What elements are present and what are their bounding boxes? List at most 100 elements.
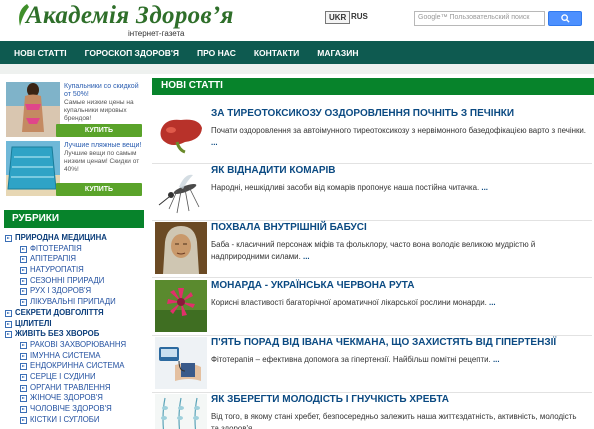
buy-button-1[interactable]: КУПИТЬ [56, 124, 142, 137]
lang-ukr-link[interactable]: UKR [325, 11, 351, 24]
rubric-subcategory[interactable]: НАТУРОПАТІЯ [4, 265, 148, 276]
article-excerpt-text: Корисні властивості багаторічної аромати… [211, 298, 487, 307]
rubric-label: ІМУННА СИСТЕМА [30, 350, 101, 360]
rubric-label: РУХ І ЗДОРОВ'Я [30, 286, 92, 296]
bullet-arrow-icon [5, 331, 12, 339]
ad-text: Лучшие пляжные вещи! Лучшие вещи по самы… [64, 142, 142, 174]
rubric-label: НАТУРОПАТІЯ [30, 265, 84, 275]
new-articles-heading: НОВІ СТАТТІ [152, 78, 594, 95]
rubric-label: СЕЗОННІ ПРИРАДИ [30, 275, 105, 285]
search-button[interactable] [548, 11, 582, 26]
article-divider [152, 220, 592, 221]
article-title[interactable]: ЗА ТИРЕОТОКСИКОЗУ ОЗДОРОВЛЕННЯ ПОЧНІТЬ З… [211, 108, 514, 119]
buy-button-2[interactable]: КУПИТЬ [56, 183, 142, 196]
rubric-label: КІСТКИ І СУГЛОБИ [30, 414, 100, 424]
article-item: ЯК ЗБЕРЕГТИ МОЛОДІСТЬ І ГНУЧКІСТЬ ХРЕБТА… [155, 394, 589, 429]
rubric-subcategory[interactable]: ІМУННА СИСТЕМА [4, 351, 148, 362]
article-divider [152, 277, 592, 278]
article-title[interactable]: ПОХВАЛА ВНУТРІШНІЙ БАБУСІ [211, 222, 367, 233]
site-logo[interactable]: Академія Здоров’я [26, 2, 234, 30]
rubric-category[interactable]: ЦІЛИТЕЛІ [4, 319, 148, 330]
spine-image[interactable] [155, 394, 207, 429]
bullet-arrow-icon [20, 245, 27, 253]
article-excerpt: Від того, в якому стані хребет, безпосер… [211, 411, 586, 429]
rubric-category[interactable]: СЕКРЕТИ ДОВГОЛІТТЯ [4, 308, 148, 319]
rubric-subcategory[interactable]: РУХ І ЗДОРОВ'Я [4, 286, 148, 297]
bullet-arrow-icon [20, 256, 27, 264]
bullet-arrow-icon [20, 373, 27, 381]
article-item: МОНАРДА - УКРАЇНСЬКА ЧЕРВОНА РУТА Корисні… [155, 280, 589, 334]
rubric-subcategory[interactable]: РАКОВІ ЗАХВОРЮВАННЯ [4, 340, 148, 351]
bullet-arrow-icon [20, 406, 27, 413]
article-excerpt: Баба - класичний персонаж міфів та фольк… [211, 239, 586, 262]
article-divider [152, 335, 592, 336]
bullet-arrow-icon [20, 299, 27, 307]
monarda-flower-image[interactable] [155, 280, 207, 332]
read-more-link[interactable]: ... [489, 298, 496, 307]
read-more-link[interactable]: ... [493, 355, 500, 364]
article-item: ЯК ВІДНАДИТИ КОМАРІВ Народні, нешкідливі … [155, 165, 589, 219]
read-more-link[interactable]: ... [481, 183, 488, 192]
bullet-arrow-icon [20, 277, 27, 285]
ad-text: Купальники со скидкой от 50%! Самые низк… [64, 83, 142, 123]
rubric-label: ЖИВІТЬ БЕЗ ХВОРОБ [15, 329, 100, 339]
article-excerpt: Народні, нешкідливі засоби від комарів п… [211, 182, 586, 194]
ad-description: Самые низкие цены на купальники мировых … [64, 99, 134, 122]
bullet-arrow-icon [5, 320, 12, 328]
article-excerpt-text: Баба - класичний персонаж міфів та фольк… [211, 240, 536, 261]
site-tagline: інтернет-газета [128, 29, 185, 38]
rubric-subcategory[interactable]: ЕНДОКРИННА СИСТЕМА [4, 361, 148, 372]
nav-item-horoscope[interactable]: ГОРОСКОП ЗДОРОВ'Я [76, 48, 188, 58]
rubric-subcategory[interactable]: ЧОЛОВІЧЕ ЗДОРОВ'Я [4, 404, 148, 415]
article-excerpt: Корисні властивості багаторічної аромати… [211, 297, 586, 309]
nav-item-new-articles[interactable]: НОВІ СТАТТІ [5, 48, 76, 58]
blood-pressure-image[interactable] [155, 337, 207, 389]
article-item: ПОХВАЛА ВНУТРІШНІЙ БАБУСІ Баба - класични… [155, 222, 589, 276]
nav-item-about[interactable]: ПРО НАС [188, 48, 245, 58]
ad-title[interactable]: Купальники со скидкой от 50%! [64, 83, 142, 99]
nav-item-contacts[interactable]: КОНТАКТИ [245, 48, 308, 58]
article-excerpt-text: Почати оздоровлення за автоімунного тире… [211, 126, 586, 135]
rubric-label: ЖІНОЧЕ ЗДОРОВ'Я [30, 393, 103, 403]
rubric-subcategory[interactable]: СЕЗОННІ ПРИРАДИ [4, 276, 148, 287]
rubric-subcategory[interactable]: КІСТКИ І СУГЛОБИ [4, 415, 148, 426]
read-more-link[interactable]: ... [257, 424, 264, 429]
mosquito-image[interactable] [155, 165, 207, 217]
bullet-arrow-icon [20, 384, 27, 392]
rubric-category[interactable]: ЖИВІТЬ БЕЗ ХВОРОБ [4, 329, 148, 340]
article-item: ЗА ТИРЕОТОКСИКОЗУ ОЗДОРОВЛЕННЯ ПОЧНІТЬ З… [155, 108, 589, 162]
bullet-arrow-icon [20, 395, 27, 403]
rubric-label: ЕНДОКРИННА СИСТЕМА [30, 361, 125, 371]
ad-swimsuit-image[interactable] [6, 82, 60, 137]
rubric-label: ЧОЛОВІЧЕ ЗДОРОВ'Я [30, 404, 112, 413]
article-title[interactable]: П'ЯТЬ ПОРАД ВІД ІВАНА ЧЕКМАНА, ЩО ЗАХИСТ… [211, 337, 556, 348]
grandmother-image[interactable] [155, 222, 207, 274]
read-more-link[interactable]: ... [303, 252, 310, 261]
rubric-subcategory[interactable]: ФІТОТЕРАПІЯ [4, 244, 148, 255]
site-header: Академія Здоров’я інтернет-газета UKR RU… [0, 0, 594, 41]
rubric-label: СЕРЦЕ І СУДИНИ [30, 371, 96, 381]
rubric-subcategory[interactable]: ЛІКУВАЛЬНІ ПРИПАДИ [4, 297, 148, 308]
bullet-arrow-icon [20, 341, 27, 349]
rubric-subcategory[interactable]: СЕРЦЕ І СУДИНИ [4, 372, 148, 383]
article-title[interactable]: ЯК ВІДНАДИТИ КОМАРІВ [211, 165, 336, 176]
article-excerpt: Почати оздоровлення за автоімунного тире… [211, 125, 586, 148]
rubric-label: ОРГАНИ ТРАВЛЕННЯ [30, 382, 111, 392]
rubric-category[interactable]: ПРИРОДНА МЕДИЦИНА [4, 233, 148, 244]
article-title[interactable]: МОНАРДА - УКРАЇНСЬКА ЧЕРВОНА РУТА [211, 280, 414, 291]
ad-title[interactable]: Лучшие пляжные вещи! [64, 142, 142, 150]
article-title[interactable]: ЯК ЗБЕРЕГТИ МОЛОДІСТЬ І ГНУЧКІСТЬ ХРЕБТА [211, 394, 449, 405]
bullet-arrow-icon [20, 352, 27, 360]
rubric-subcategory[interactable]: АПІТЕРАПІЯ [4, 254, 148, 265]
rubric-subcategory[interactable]: ЖІНОЧЕ ЗДОРОВ'Я [4, 393, 148, 404]
read-more-link[interactable]: ... [211, 138, 218, 147]
bullet-arrow-icon [20, 416, 27, 424]
main-nav: НОВІ СТАТТІ ГОРОСКОП ЗДОРОВ'Я ПРО НАС КО… [0, 41, 594, 64]
ad-beachwear-image[interactable] [6, 141, 60, 196]
nav-item-shop[interactable]: МАГАЗИН [308, 48, 367, 58]
rubric-subcategory[interactable]: ОРГАНИ ТРАВЛЕННЯ [4, 383, 148, 394]
lang-rus-link[interactable]: RUS [348, 11, 371, 22]
rubric-label: ЦІЛИТЕЛІ [15, 318, 52, 328]
liver-image[interactable] [155, 108, 207, 160]
search-input[interactable]: Google™ Пользовательский поиск [414, 11, 545, 26]
